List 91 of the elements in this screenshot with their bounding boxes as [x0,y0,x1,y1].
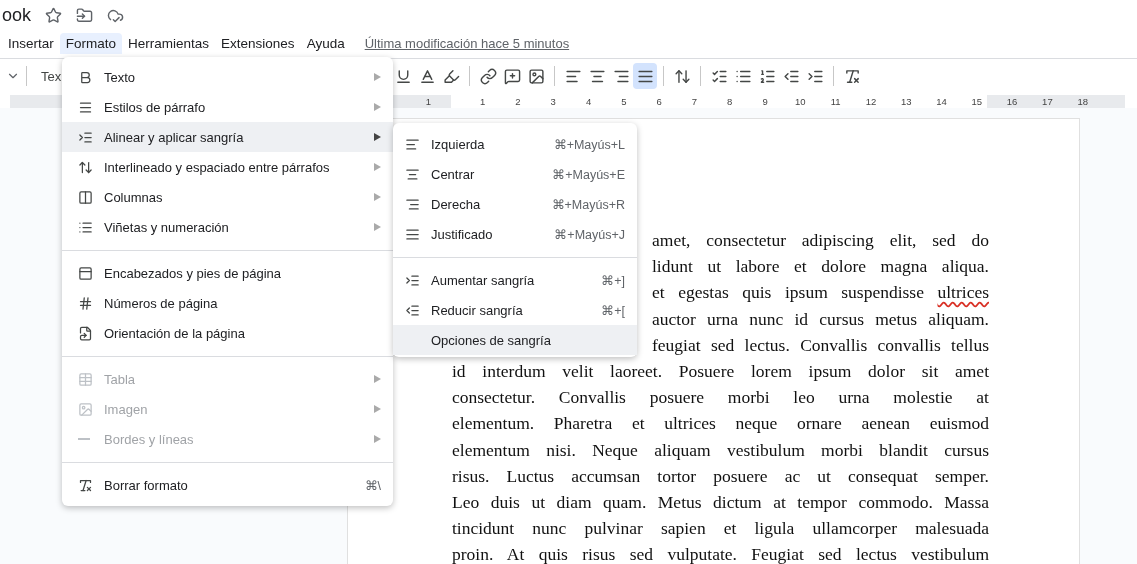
table-icon [78,371,93,387]
folder-icon[interactable] [76,6,94,24]
indent-icon [78,129,93,145]
menu-item[interactable]: Ayuda [300,32,351,54]
ruler-number: 15 [970,96,984,107]
bold-icon [78,69,93,85]
menu-item[interactable]: Viñetas y numeración [62,212,393,242]
document-text-line: proin. At quis risus sed vulputate. Feugiat sed lectus vestibulum [452,543,989,564]
menu-item[interactable]: Columnas [62,182,393,212]
menu-item[interactable]: Texto [62,62,393,92]
ruler-number: 1 [424,96,433,107]
menu-item[interactable]: Aumentar sangría ⌘+] [393,265,637,295]
hash-icon [78,295,93,311]
ruler-number: 14 [935,96,948,107]
document-text-line: lidunt ut labore et dolore magna aliqua. [652,255,989,279]
last-modified-link[interactable]: Última modificación hace 5 minutos [364,35,570,51]
document-text-line: feugiat sed lectus. Convallis convallis tellus [652,333,989,357]
shortcut-text: ⌘+Mayús+E [552,166,625,182]
ruler-number: 7 [690,96,699,107]
align-left-icon [405,136,420,152]
style-dropdown[interactable]: Tex [41,68,62,84]
document-text-line: amet, consectetur adipiscing elit, sed do [652,229,989,252]
align-justify-button[interactable] [633,63,658,89]
menu-item[interactable]: Formato [59,32,123,54]
align-justify-icon [405,226,420,242]
shortcut-text: ⌘+Mayús+L [553,136,625,152]
document-text-line: auctor urna nunc id cursus metus aliquam. [652,307,989,331]
shortcut-text: ⌘\ [364,477,381,493]
menu-item[interactable]: Borrar formato ⌘\ [62,470,393,500]
shortcut-text: ⌘+Mayús+J [554,226,625,242]
menu-item[interactable]: Encabezados y pies de página [62,258,393,288]
image-icon [78,401,93,417]
shortcut-text: ⌘+Mayús+R [551,196,625,212]
image-icon [527,67,545,85]
document-text-line: Leo duis ut diam quam. Metus dictum at tempor commodo. Massa [452,491,989,515]
ruler-number: 1 [479,96,487,107]
ruler-number: 11 [829,96,842,107]
columns-icon [78,189,93,205]
underline-icon [394,67,412,85]
menu-item[interactable]: Estilos de párrafo [62,92,393,122]
indent-increase-icon [405,272,420,288]
ruler-number: 12 [864,96,878,107]
shortcut-text: ⌘+] [601,272,625,288]
ruler-number: 4 [584,96,593,107]
menu-item[interactable]: Centrar ⌘+Mayús+E [393,159,637,189]
ruler-number: 3 [549,96,557,107]
comment-icon [503,67,521,85]
menu-item[interactable]: Interlineado y espaciado entre párrafos [62,152,393,182]
ruler-number: 5 [620,96,628,107]
menu-item[interactable]: Izquierda ⌘+Mayús+L [393,129,637,159]
document-text-line: tincidunt nunc pulvinar sapien et ligula ullamcorper malesuada [452,517,989,541]
menu-item[interactable]: Orientación de la página [62,318,393,348]
clear-format-icon [843,67,861,85]
numbered-list-icon [758,67,776,85]
line-icon [78,438,90,440]
menu-item[interactable]: Números de página [62,288,393,318]
ruler-number: 8 [726,96,734,107]
menu-item[interactable]: Derecha ⌘+Mayús+R [393,189,637,219]
document-title: ook [2,4,32,26]
menu-item[interactable]: Insertar [2,32,60,54]
document-text-line: id interdum velit laoreet. Posuere lorem ipsum dolor sit amet [452,360,989,383]
ruler-number: 17 [1041,96,1054,107]
clear-format-icon [78,477,93,493]
shortcut-text: ⌘+[ [601,302,625,318]
document-text-line: consectetur. Convallis posuere morbi leo urna molestie at [452,386,989,410]
ruler-number: 6 [655,96,663,107]
indent-decrease-icon [405,302,420,318]
menu-item[interactable]: Herramientas [122,32,216,54]
document-text-line: elementum. Pharetra et ultrices neque ornare aenean euismod [452,412,989,436]
ruler-number: 9 [761,96,769,107]
link-icon [479,67,497,85]
menu-item[interactable]: Opciones de sangría [393,325,637,355]
menu-item[interactable]: Reducir sangría ⌘+[ [393,295,637,325]
ruler-number: 13 [899,96,913,107]
document-text-line: elementum nisi. Neque aliquam vestibulum morbi blandit cursus [452,438,989,462]
align-right-icon [405,196,420,212]
ruler-number: 2 [514,96,522,107]
star-icon[interactable] [45,6,63,24]
ruler-number: 10 [794,96,807,107]
align-center-icon [405,166,420,182]
document-text-line: et egestas quis ipsum suspendisse ultrices [652,281,989,305]
ruler-number: 16 [1005,96,1019,107]
highlighter-icon [442,67,460,85]
ruler-number: 18 [1076,96,1089,107]
menu-item[interactable]: Justificado ⌘+Mayús+J [393,219,637,249]
lines-icon [78,99,93,115]
list-icon [78,219,93,235]
menu-item[interactable]: Extensiones [215,32,301,54]
menu-item[interactable]: Alinear y aplicar sangría [62,122,393,152]
text-color-icon [418,67,436,85]
document-text-line: risus. Luctus accumsan tortor posuere ac ut consequat semper. [452,464,989,488]
